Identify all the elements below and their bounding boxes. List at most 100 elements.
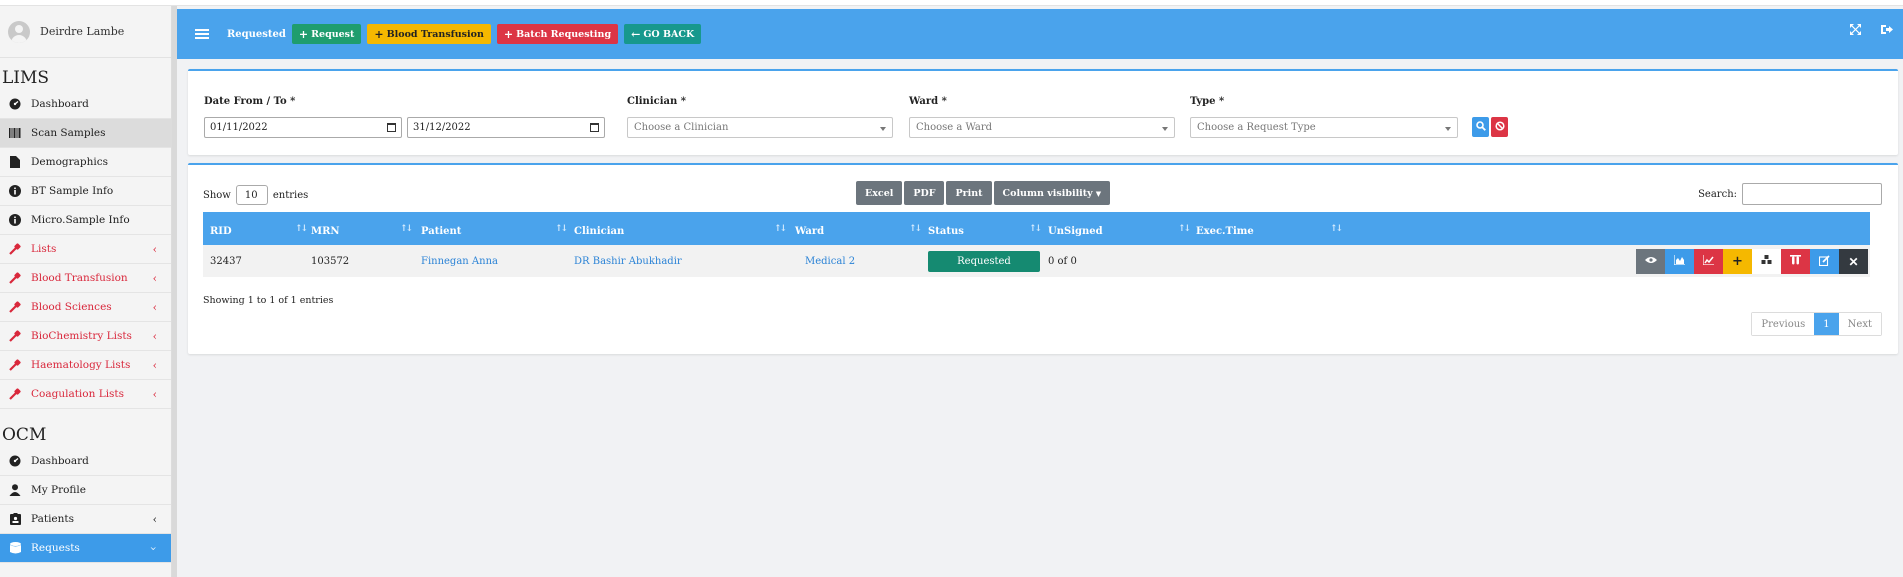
cell-patient-link[interactable]: Finnegan Anna	[421, 256, 498, 267]
sort-icon[interactable]: ↑↓	[909, 224, 922, 234]
sidebar-item-label: Blood Transfusion	[31, 272, 128, 284]
chevron-left-icon: ‹	[152, 359, 157, 372]
column-header-mrn[interactable]: MRN	[311, 226, 340, 237]
sidebar-item-label: Demographics	[31, 156, 109, 168]
entries-label: entries	[272, 189, 309, 201]
caret-down-icon: ▼	[1095, 188, 1102, 198]
chevron-left-icon: ‹	[152, 301, 157, 314]
dashboard-icon	[8, 97, 22, 111]
edit-button[interactable]	[1810, 249, 1839, 274]
sidebar-item-my-profile[interactable]: My Profile	[0, 476, 171, 505]
sidebar-item-scan-samples[interactable]: Scan Samples	[0, 119, 171, 148]
test-tubes-button[interactable]	[1781, 249, 1810, 274]
sidebar-item-coagulation-lists[interactable]: Coagulation Lists ‹	[0, 380, 171, 409]
sidebar-item-requests[interactable]: Requests ‹	[0, 534, 171, 563]
date-to-input[interactable]: 31/12/2022	[407, 117, 605, 138]
request-button[interactable]: + Request	[291, 24, 362, 44]
sidebar-item-demographics[interactable]: Demographics	[0, 148, 171, 177]
chevron-left-icon: ‹	[152, 388, 157, 401]
column-header-ward[interactable]: Ward	[795, 226, 824, 237]
sort-desc-icon[interactable]: ↑↓	[295, 224, 308, 234]
sidebar-item-haematology-lists[interactable]: Haematology Lists ‹	[0, 351, 171, 380]
sidebar-item-dashboard[interactable]: Dashboard	[0, 90, 171, 119]
view-button[interactable]	[1636, 249, 1665, 274]
search-icon	[1475, 120, 1486, 134]
cell-clinician-link[interactable]: DR Bashir Abukhadir	[574, 256, 682, 267]
sort-icon[interactable]: ↑↓	[1178, 224, 1191, 234]
page-length-control: Show 10 entries	[203, 185, 308, 205]
column-header-rid[interactable]: RID	[210, 226, 232, 237]
sidebar-item-label: Dashboard	[31, 455, 89, 467]
search-button[interactable]	[1472, 117, 1489, 137]
avatar	[8, 20, 30, 43]
blood-transfusion-button[interactable]: + Blood Transfusion	[367, 24, 491, 44]
database-icon	[8, 541, 22, 555]
sort-icon[interactable]: ↑↓	[1029, 224, 1042, 234]
sidebar-item-label: Scan Samples	[31, 127, 106, 139]
sidebar-item-blood-transfusion[interactable]: Blood Transfusion ‹	[0, 264, 171, 293]
status-badge: Requested	[928, 251, 1040, 272]
sort-icon[interactable]: ↑↓	[555, 224, 568, 234]
page-title: Requested	[227, 28, 286, 40]
ward-select[interactable]: Choose a Ward	[909, 117, 1175, 138]
calendar-icon[interactable]	[590, 123, 599, 132]
cubes-icon	[1761, 255, 1772, 268]
type-select[interactable]: Choose a Request Type	[1190, 117, 1458, 138]
clear-filter-button[interactable]	[1491, 117, 1508, 137]
date-from-input[interactable]: 01/11/2022	[204, 117, 402, 138]
excel-button[interactable]: Excel	[856, 181, 903, 205]
fullscreen-icon[interactable]	[1850, 24, 1861, 38]
column-header-status[interactable]: Status	[928, 226, 964, 237]
line-chart-button[interactable]	[1694, 249, 1723, 274]
eyedropper-icon	[8, 242, 22, 256]
sort-icon[interactable]: ↑↓	[1330, 224, 1343, 234]
table-search: Search:	[1698, 183, 1882, 205]
clinician-placeholder: Choose a Clinician	[634, 122, 729, 133]
pagination-next[interactable]: Next	[1838, 313, 1881, 335]
hamburger-menu-icon[interactable]	[195, 27, 209, 41]
column-header-clinician[interactable]: Clinician	[574, 226, 624, 237]
sort-icon[interactable]: ↑↓	[774, 224, 787, 234]
sidebar-item-lists[interactable]: Lists ‹	[0, 235, 171, 264]
add-button[interactable]: +	[1723, 249, 1752, 274]
cubes-button[interactable]	[1752, 249, 1781, 274]
area-chart-button[interactable]	[1665, 249, 1694, 274]
column-header-patient[interactable]: Patient	[421, 226, 461, 237]
plus-icon: +	[298, 27, 309, 41]
sort-icon[interactable]: ↑↓	[400, 224, 413, 234]
calendar-icon[interactable]	[387, 123, 396, 132]
delete-button[interactable]: ✕	[1839, 249, 1868, 274]
search-input[interactable]	[1742, 183, 1882, 205]
pagination-previous[interactable]: Previous	[1752, 313, 1815, 335]
chevron-down-icon	[880, 127, 886, 131]
chevron-left-icon: ‹	[152, 272, 157, 285]
column-header-exec-time[interactable]: Exec.Time	[1196, 226, 1254, 237]
cell-ward-link[interactable]: Medical 2	[805, 256, 855, 267]
eyedropper-icon	[8, 387, 22, 401]
table-header: RID ↑↓ MRN ↑↓ Patient ↑↓ Clinician ↑↓ Wa…	[203, 212, 1870, 245]
clinician-select[interactable]: Choose a Clinician	[627, 117, 893, 138]
sidebar-item-ocm-dashboard[interactable]: Dashboard	[0, 447, 171, 476]
pagination-page-1[interactable]: 1	[1814, 313, 1839, 335]
sidebar-item-label: Lists	[31, 243, 57, 255]
sidebar-item-biochemistry-lists[interactable]: BioChemistry Lists ‹	[0, 322, 171, 351]
batch-requesting-button[interactable]: + Batch Requesting	[496, 24, 619, 44]
search-label: Search:	[1698, 188, 1737, 200]
logout-icon[interactable]	[1881, 24, 1893, 38]
print-button[interactable]: Print	[946, 181, 992, 205]
sidebar-item-blood-sciences[interactable]: Blood Sciences ‹	[0, 293, 171, 322]
page-length-select[interactable]: 10	[235, 185, 268, 205]
area-chart-icon	[1673, 255, 1685, 268]
sidebar-item-micro-sample-info[interactable]: Micro.Sample Info	[0, 206, 171, 235]
batch-requesting-button-label: Batch Requesting	[516, 28, 612, 40]
column-header-unsigned[interactable]: UnSigned	[1048, 226, 1103, 237]
column-visibility-button[interactable]: Column visibility ▼	[993, 181, 1111, 205]
arrow-left-icon: ←	[631, 27, 641, 41]
go-back-button[interactable]: ← GO BACK	[624, 24, 702, 44]
sidebar-item-bt-sample-info[interactable]: BT Sample Info	[0, 177, 171, 206]
sidebar-item-patients[interactable]: Patients ‹	[0, 505, 171, 534]
user-panel[interactable]: Deirdre Lambe	[0, 6, 171, 58]
pdf-button[interactable]: PDF	[904, 181, 945, 205]
lims-section-title: LIMS	[2, 68, 50, 88]
barcode-icon	[8, 126, 22, 140]
